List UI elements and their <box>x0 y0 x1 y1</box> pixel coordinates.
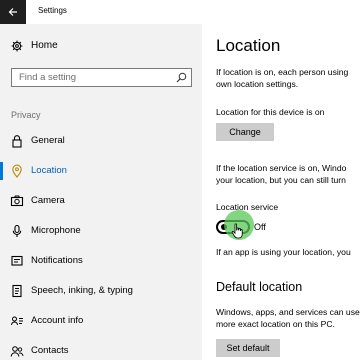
sidebar-item-contacts[interactable]: Contacts <box>0 338 202 360</box>
sidebar-item-speech[interactable]: Speech, inking, & typing <box>0 278 202 304</box>
sidebar-item-location[interactable]: Location <box>0 158 202 184</box>
sidebar-item-label: Camera <box>31 195 65 206</box>
sidebar-item-label: Notifications <box>31 255 83 266</box>
sidebar-item-label: General <box>31 135 65 146</box>
search-icon <box>176 72 187 83</box>
camera-icon <box>10 195 24 207</box>
sidebar-item-label: Account info <box>31 315 84 326</box>
sidebar-item-account-info[interactable]: Account info <box>0 308 202 334</box>
default-location-heading: Default location <box>216 280 303 294</box>
service-text-line-2: your location, but you can still turn <box>216 175 346 185</box>
page-title: Location <box>216 36 281 55</box>
window-title: Settings <box>38 6 67 15</box>
location-pin-icon <box>12 164 22 178</box>
hand-cursor-icon <box>231 223 243 239</box>
default-text-line-2: more exact location on this PC. <box>216 319 335 329</box>
location-service-label: Location service <box>216 202 279 212</box>
sidebar-item-label: Microphone <box>31 225 81 236</box>
toggle-state-label: Off <box>254 222 266 232</box>
sidebar: Home Find a setting Privacy General Loca… <box>0 24 202 360</box>
intro-text-line-1: If location is on, each person using <box>216 67 349 77</box>
main-content: Location If location is on, each person … <box>202 24 360 360</box>
gear-icon <box>11 40 23 52</box>
account-info-icon <box>11 316 23 326</box>
sidebar-item-microphone[interactable]: Microphone <box>0 218 202 244</box>
device-location-status: Location for this device is on <box>216 107 325 117</box>
sidebar-home[interactable]: Home <box>0 36 202 58</box>
back-button[interactable] <box>0 0 26 24</box>
search-placeholder: Find a setting <box>19 72 77 83</box>
speech-icon <box>12 284 22 298</box>
sidebar-item-camera[interactable]: Camera <box>0 188 202 214</box>
home-label: Home <box>31 40 58 51</box>
change-button[interactable]: Change <box>216 123 274 141</box>
sidebar-item-label: Speech, inking, & typing <box>31 285 133 296</box>
service-text-line-1: If the location service is on, Windo <box>216 163 347 173</box>
notifications-icon <box>11 255 23 266</box>
default-text-line-1: Windows, apps, and services can use <box>216 307 360 317</box>
sidebar-item-general[interactable]: General <box>0 128 202 154</box>
title-bar: Settings <box>0 0 360 24</box>
search-input[interactable]: Find a setting <box>11 68 192 87</box>
contacts-icon <box>10 346 24 357</box>
intro-text-line-2: own location settings. <box>216 79 299 89</box>
sidebar-item-label: Contacts <box>31 345 69 356</box>
section-privacy: Privacy <box>11 110 41 120</box>
app-location-note: If an app is using your location, you <box>216 247 351 257</box>
lock-icon <box>12 135 22 148</box>
microphone-icon <box>12 224 22 237</box>
set-default-button[interactable]: Set default <box>216 339 280 357</box>
sidebar-item-label: Location <box>31 165 67 176</box>
sidebar-item-notifications[interactable]: Notifications <box>0 248 202 274</box>
back-arrow-icon <box>8 8 17 16</box>
